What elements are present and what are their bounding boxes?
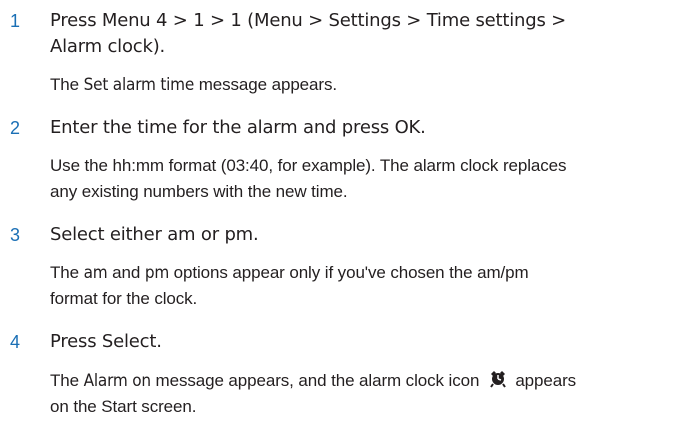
step-3-result: The am and pm options appear only if you…	[50, 260, 680, 312]
result-text: The	[50, 263, 84, 282]
result-text: and	[107, 263, 145, 282]
step-instruction: Press Menu 4 > 1 > 1 (Menu > Settings > …	[50, 8, 675, 60]
result-text: Use the hh:mm format (03:40, for example…	[50, 156, 567, 175]
result-text: message appears.	[194, 75, 337, 94]
instruction-page: 1 Press Menu 4 > 1 > 1 (Menu > Settings …	[0, 0, 691, 427]
instruction-option-am: am	[167, 224, 196, 245]
result-option-pm: pm	[144, 263, 170, 283]
instruction-text: or	[195, 224, 225, 245]
instruction-text: Press	[50, 331, 102, 352]
instruction-text: Select either	[50, 224, 168, 245]
result-text: appears	[515, 371, 577, 390]
step-number: 3	[10, 225, 21, 245]
result-option-am: am	[83, 263, 108, 283]
instruction-text: Press Menu 4 > 1 > 1 (Menu > Settings > …	[50, 10, 567, 31]
step-1-result: The Set alarm time message appears.	[50, 72, 680, 98]
result-text: any existing numbers with the new time.	[50, 182, 348, 201]
result-command: Alarm on	[83, 371, 151, 391]
step-number: 2	[10, 118, 21, 138]
result-text: on the Start screen.	[50, 397, 197, 416]
instruction-suffix: .	[156, 331, 162, 352]
instruction-option-pm: pm	[224, 224, 253, 245]
result-text: options appear only if you've chosen the…	[169, 263, 529, 282]
step-number: 1	[10, 11, 21, 31]
step-instruction: Enter the time for the alarm and press O…	[50, 115, 675, 141]
instruction-command: Select	[101, 331, 157, 352]
instruction-suffix: .	[253, 224, 259, 245]
step-number: 4	[10, 332, 21, 352]
instruction-command: OK	[394, 117, 421, 138]
instruction-text: Enter the time for the alarm and press	[50, 117, 395, 138]
step-4-result: The Alarm on message appears, and the al…	[50, 368, 680, 420]
alarm-clock-icon	[487, 369, 509, 389]
instruction-suffix: .	[420, 117, 426, 138]
result-text: message appears, and the alarm clock ico…	[150, 371, 480, 390]
instruction-menu-item: Alarm clock	[50, 36, 153, 57]
instruction-suffix: ).	[152, 36, 166, 57]
result-text: format for the clock.	[50, 289, 198, 308]
result-text: The	[50, 371, 84, 390]
step-instruction: Select either am or pm.	[50, 222, 675, 248]
result-text: The	[50, 75, 84, 94]
step-2-result: Use the hh:mm format (03:40, for example…	[50, 153, 680, 205]
step-instruction: Press Select.	[50, 329, 675, 355]
result-command: Set alarm time	[83, 75, 195, 95]
